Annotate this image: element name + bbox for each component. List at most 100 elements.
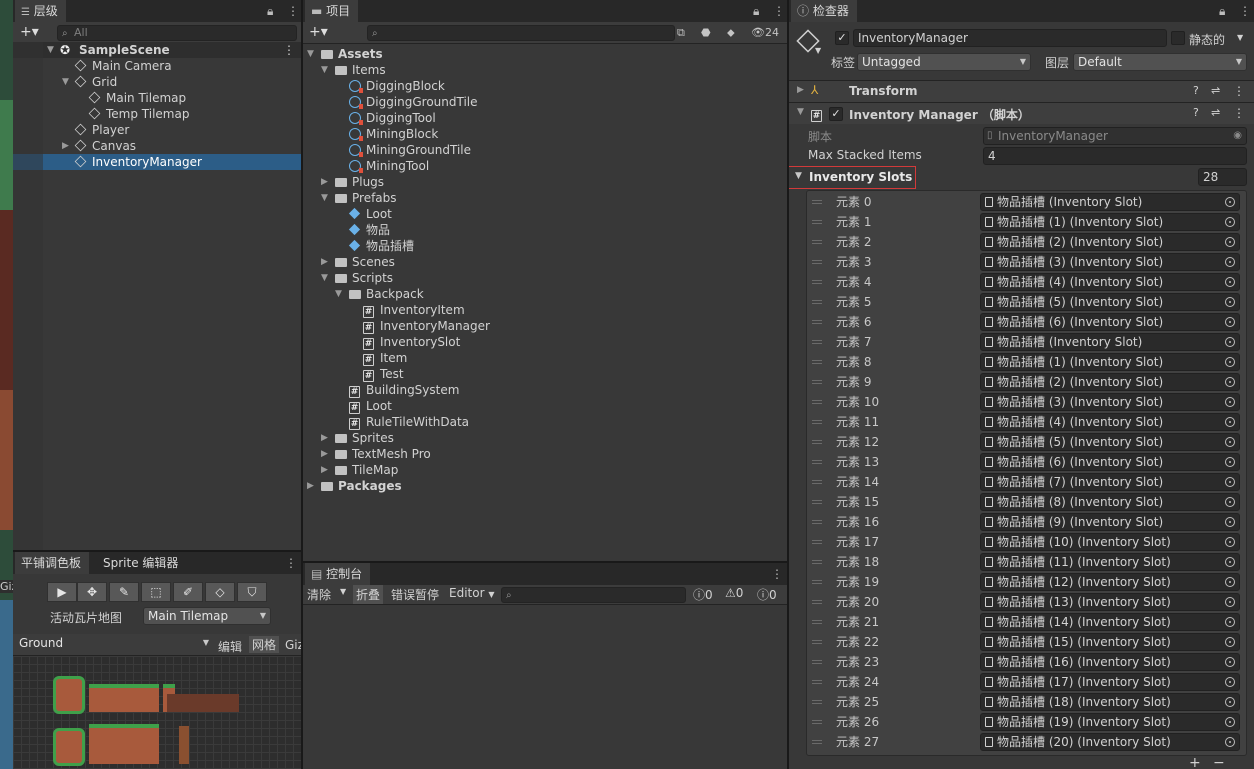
- object-picker-icon[interactable]: [1225, 517, 1235, 527]
- object-picker-icon[interactable]: [1225, 277, 1235, 287]
- project-tree-item[interactable]: DiggingBlock: [303, 78, 787, 94]
- static-dropdown-chevron-icon[interactable]: ▼: [1237, 33, 1243, 42]
- lock-icon[interactable]: 🔒︎: [753, 0, 759, 22]
- drag-handle-icon[interactable]: [812, 400, 822, 404]
- help-icon[interactable]: ?: [1193, 84, 1199, 97]
- project-tree-item[interactable]: ▶ TextMesh Pro: [303, 446, 787, 462]
- object-picker-icon[interactable]: [1225, 317, 1235, 327]
- project-tree-item[interactable]: DiggingTool: [303, 110, 787, 126]
- more-menu-icon[interactable]: ⋮: [1233, 106, 1245, 120]
- object-picker-icon[interactable]: [1225, 537, 1235, 547]
- drag-handle-icon[interactable]: [812, 640, 822, 644]
- more-menu-icon[interactable]: ⋮: [283, 42, 295, 58]
- project-search-input[interactable]: ⌕: [367, 25, 675, 41]
- slot-object-field[interactable]: 物品插槽 (6) (Inventory Slot): [980, 313, 1240, 331]
- drag-handle-icon[interactable]: [812, 540, 822, 544]
- drag-handle-icon[interactable]: [812, 600, 822, 604]
- slot-object-field[interactable]: 物品插槽 (4) (Inventory Slot): [980, 273, 1240, 291]
- filter-type-icon[interactable]: ⬣: [701, 26, 711, 39]
- slot-object-field[interactable]: 物品插槽 (13) (Inventory Slot): [980, 593, 1240, 611]
- drag-handle-icon[interactable]: [812, 460, 822, 464]
- project-tree-item[interactable]: # RuleTileWithData: [303, 414, 787, 430]
- error-pause-toggle[interactable]: 错误暂停: [391, 586, 439, 603]
- log-count-toggle[interactable]: ⓘ0: [693, 586, 713, 603]
- add-element-button[interactable]: +: [1189, 755, 1201, 769]
- palette-dropdown[interactable]: Ground ▼: [15, 635, 213, 653]
- slot-object-field[interactable]: 物品插槽 (10) (Inventory Slot): [980, 533, 1240, 551]
- edit-palette-button[interactable]: 编辑: [218, 638, 242, 655]
- drag-handle-icon[interactable]: [812, 280, 822, 284]
- static-checkbox[interactable]: [1171, 31, 1185, 45]
- object-picker-icon[interactable]: [1225, 577, 1235, 587]
- collapse-toggle[interactable]: 折叠: [353, 585, 384, 604]
- drag-handle-icon[interactable]: [812, 420, 822, 424]
- slot-object-field[interactable]: 物品插槽 (16) (Inventory Slot): [980, 653, 1240, 671]
- project-tree-item[interactable]: ▶ TileMap: [303, 462, 787, 478]
- more-menu-icon[interactable]: ⋮: [1239, 0, 1251, 22]
- chevron-down-icon[interactable]: ▼: [815, 46, 821, 55]
- drag-handle-icon[interactable]: [812, 300, 822, 304]
- drag-handle-icon[interactable]: [812, 500, 822, 504]
- hierarchy-item-grid[interactable]: ▼ Grid: [13, 74, 301, 90]
- scene-row[interactable]: ▼ ✪ SampleScene ⋮: [13, 42, 301, 58]
- slot-object-field[interactable]: 物品插槽 (3) (Inventory Slot): [980, 393, 1240, 411]
- object-picker-icon[interactable]: [1225, 597, 1235, 607]
- object-picker-icon[interactable]: [1225, 237, 1235, 247]
- hidden-packages-icon[interactable]: 👁︎24: [751, 26, 779, 39]
- lock-icon[interactable]: 🔒︎: [1219, 0, 1225, 22]
- slot-object-field[interactable]: 物品插槽 (17) (Inventory Slot): [980, 673, 1240, 691]
- drag-handle-icon[interactable]: [812, 380, 822, 384]
- script-field[interactable]: ▯ InventoryManager ◉: [983, 127, 1247, 145]
- box-fill-tool-button[interactable]: ⬚: [141, 582, 171, 602]
- collapsed-arrow-icon[interactable]: ▶: [321, 462, 328, 478]
- object-picker-icon[interactable]: [1225, 437, 1235, 447]
- project-tree-item[interactable]: ▼ Items: [303, 62, 787, 78]
- tab-sprite-editor[interactable]: Sprite 编辑器: [97, 552, 187, 574]
- expand-arrow-icon[interactable]: ▼: [47, 42, 54, 58]
- warning-count-toggle[interactable]: ⚠0: [725, 586, 743, 600]
- collapsed-arrow-icon[interactable]: ▶: [321, 254, 328, 270]
- object-picker-icon[interactable]: ◉: [1233, 128, 1242, 144]
- object-picker-icon[interactable]: [1225, 457, 1235, 467]
- object-picker-icon[interactable]: [1225, 497, 1235, 507]
- slot-object-field[interactable]: 物品插槽 (Inventory Slot): [980, 193, 1240, 211]
- hierarchy-item-player[interactable]: Player: [13, 122, 301, 138]
- label-tag-icon[interactable]: ⬥: [727, 26, 735, 40]
- object-picker-icon[interactable]: [1225, 657, 1235, 667]
- slot-object-field[interactable]: 物品插槽 (11) (Inventory Slot): [980, 553, 1240, 571]
- more-menu-icon[interactable]: ⋮: [773, 0, 785, 22]
- object-picker-icon[interactable]: [1225, 617, 1235, 627]
- more-menu-icon[interactable]: ⋮: [1233, 84, 1245, 98]
- drag-handle-icon[interactable]: [812, 240, 822, 244]
- drag-handle-icon[interactable]: [812, 220, 822, 224]
- inventory-manager-component-header[interactable]: ▼ # ✓ Inventory Manager （脚本） ? ⇌ ⋮: [789, 102, 1254, 124]
- tab-console[interactable]: ▤ 控制台: [305, 563, 371, 585]
- slot-object-field[interactable]: 物品插槽 (5) (Inventory Slot): [980, 293, 1240, 311]
- object-picker-icon[interactable]: [1225, 557, 1235, 567]
- slot-object-field[interactable]: 物品插槽 (18) (Inventory Slot): [980, 693, 1240, 711]
- drag-handle-icon[interactable]: [812, 560, 822, 564]
- slot-object-field[interactable]: 物品插槽 (4) (Inventory Slot): [980, 413, 1240, 431]
- expand-arrow-icon[interactable]: ▼: [321, 190, 328, 206]
- more-menu-icon[interactable]: ⋮: [771, 563, 783, 585]
- remove-element-button[interactable]: −: [1213, 755, 1225, 769]
- drag-handle-icon[interactable]: [812, 480, 822, 484]
- grid-toggle-button[interactable]: 网格: [249, 636, 280, 653]
- expand-arrow-icon[interactable]: ▼: [321, 62, 328, 78]
- project-tree-item[interactable]: ▶ Sprites: [303, 430, 787, 446]
- drag-handle-icon[interactable]: [812, 620, 822, 624]
- object-picker-icon[interactable]: [1225, 677, 1235, 687]
- clear-options-chevron-icon[interactable]: ▼: [340, 587, 346, 596]
- object-picker-icon[interactable]: [1225, 417, 1235, 427]
- drag-handle-icon[interactable]: [812, 520, 822, 524]
- project-tree-item[interactable]: MiningTool: [303, 158, 787, 174]
- drag-handle-icon[interactable]: [812, 260, 822, 264]
- slot-object-field[interactable]: 物品插槽 (Inventory Slot): [980, 333, 1240, 351]
- hierarchy-search-input[interactable]: ⌕ All: [57, 25, 297, 41]
- more-menu-icon[interactable]: ⋮: [287, 0, 299, 22]
- slot-object-field[interactable]: 物品插槽 (9) (Inventory Slot): [980, 513, 1240, 531]
- object-picker-icon[interactable]: [1225, 637, 1235, 647]
- expand-arrow-icon[interactable]: ▼: [62, 74, 69, 90]
- slot-object-field[interactable]: 物品插槽 (1) (Inventory Slot): [980, 213, 1240, 231]
- project-tree-item[interactable]: # Item: [303, 350, 787, 366]
